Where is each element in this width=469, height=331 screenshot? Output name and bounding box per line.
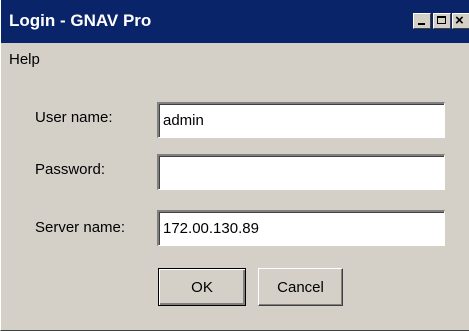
cancel-button[interactable]: Cancel <box>258 268 343 306</box>
server-name-field[interactable] <box>157 210 445 246</box>
close-button[interactable]: × <box>452 12 469 29</box>
password-field[interactable] <box>157 154 445 190</box>
ok-button[interactable]: OK <box>158 268 246 306</box>
password-label: Password: <box>35 161 106 178</box>
menu-bar: Help <box>1 43 469 73</box>
username-field[interactable] <box>157 102 445 138</box>
maximize-icon <box>437 16 446 24</box>
minimize-button[interactable] <box>413 13 431 29</box>
server-name-label: Server name: <box>35 219 126 236</box>
login-window: Login - GNAV Pro × Help User name: Passw… <box>0 0 469 331</box>
close-icon: × <box>455 12 464 29</box>
window-title: Login - GNAV Pro <box>9 11 152 30</box>
maximize-button[interactable] <box>433 13 451 29</box>
minimize-icon <box>418 23 425 25</box>
username-label: User name: <box>35 109 113 126</box>
menu-item-help[interactable]: Help <box>9 51 40 68</box>
title-bar[interactable]: Login - GNAV Pro × <box>1 0 469 43</box>
